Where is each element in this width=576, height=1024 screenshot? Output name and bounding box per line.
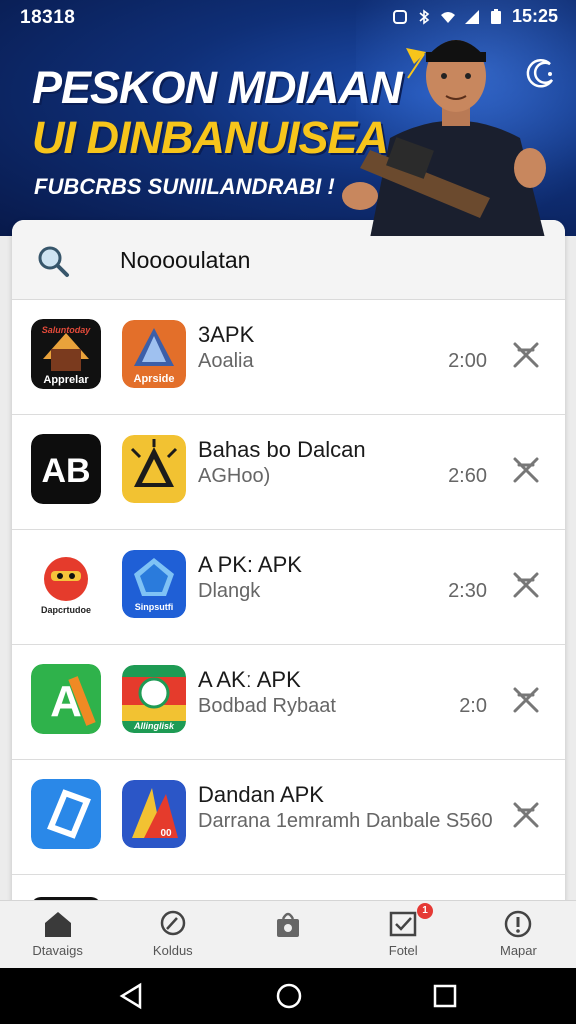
- hero-tagline: FUBCRBS SUNIILANDRABI !: [34, 174, 335, 199]
- search-input[interactable]: Nooooulatan: [120, 247, 250, 274]
- notification-badge: 1: [417, 903, 434, 919]
- nav-item-search[interactable]: Koldus: [115, 901, 230, 968]
- nav-item-bag[interactable]: [230, 901, 345, 968]
- item-time: 2:0: [459, 695, 487, 717]
- hero-banner[interactable]: 18318 15:25 PESKON MDIAAN UI DINBANUISEA…: [0, 0, 576, 236]
- app-icon-text: Dapcrtudoe: [41, 605, 91, 615]
- item-title: 3APK: [198, 322, 255, 347]
- app-list-card: Nooooulatan Saluntoday Apprelar Aprside …: [12, 220, 565, 910]
- info-icon: [505, 910, 532, 938]
- status-time: 18318: [20, 7, 76, 28]
- nav-item-info[interactable]: Mapar: [461, 901, 576, 968]
- wifi-icon: [440, 11, 455, 23]
- item-time: 2:00: [448, 350, 487, 372]
- hero-headline-2: UI DINBANUISEA: [32, 112, 389, 163]
- item-subtitle: Aoalia: [198, 350, 254, 372]
- dismiss-icon[interactable]: [509, 453, 543, 487]
- item-subtitle: AGHoo): [198, 465, 271, 487]
- app-icon[interactable]: A: [31, 664, 101, 734]
- item-time: 2:30: [448, 580, 487, 602]
- list-item[interactable]: Dapcrtudoe Sinpsutfi A PK: APK Dlangk 2:…: [12, 530, 565, 645]
- dismiss-icon[interactable]: [509, 683, 543, 717]
- dismiss-icon[interactable]: [509, 338, 543, 372]
- app-icon[interactable]: Saluntoday Apprelar: [31, 319, 101, 389]
- screen: 18318 15:25 PESKON MDIAAN UI DINBANUISEA…: [0, 0, 576, 1024]
- home-button-icon[interactable]: [275, 982, 303, 1010]
- signal-icon: [464, 9, 479, 24]
- app-icon-secondary-text: Allinglisk: [133, 721, 175, 731]
- system-navigation-bar: [0, 968, 576, 1024]
- moon-icon: [526, 59, 554, 88]
- search-icon: [160, 910, 186, 936]
- list-item[interactable]: AB Bahas bo Dalcan AGHoo) 2:60: [12, 415, 565, 530]
- app-icon-text: AB: [41, 452, 90, 490]
- item-subtitle: Dlangk: [198, 580, 261, 602]
- bluetooth-icon: [419, 8, 430, 25]
- app-icon-secondary-text: 00: [160, 828, 172, 839]
- item-time: 2:60: [448, 465, 487, 487]
- item-title: A PK: APK: [198, 552, 302, 577]
- nav-item-home[interactable]: Dtavaigs: [0, 901, 115, 968]
- item-subtitle: Bodbad Rybaat: [198, 695, 336, 717]
- item-title: Dandan APK: [198, 782, 324, 807]
- back-icon[interactable]: [118, 982, 144, 1010]
- battery-icon: [490, 8, 501, 24]
- status-icons: 15:25: [392, 6, 558, 27]
- list-item[interactable]: A Allinglisk A AKː APK Bodbad Rybaat 2:0: [12, 645, 565, 760]
- nav-label: Koldus: [152, 943, 193, 958]
- app-icon-secondary[interactable]: Sinpsutfi: [122, 550, 186, 618]
- app-icon-secondary[interactable]: 00: [122, 780, 186, 848]
- nav-label: Fotel: [388, 943, 418, 958]
- recents-icon[interactable]: [432, 982, 458, 1010]
- search-icon[interactable]: [36, 244, 70, 278]
- list-item[interactable]: 00 Dandan APK Darrana 1emramh Danbale S5…: [12, 760, 565, 875]
- app-icon-text: Apprelar: [43, 374, 89, 386]
- app-icon-secondary-text: Aprside: [134, 373, 175, 385]
- app-icon[interactable]: AB: [31, 434, 101, 504]
- item-title: Bahas bo Dalcan: [198, 437, 366, 462]
- notification-icon: [392, 9, 407, 24]
- status-clock: 15:25: [511, 6, 558, 26]
- list-item[interactable]: Saluntoday Apprelar Aprside 3APK Aoalia …: [12, 300, 565, 415]
- app-icon[interactable]: Dapcrtudoe: [31, 549, 101, 619]
- nav-label: Mapar: [499, 943, 537, 958]
- dismiss-icon[interactable]: [509, 798, 543, 832]
- nav-label: Dtavaigs: [32, 943, 83, 958]
- app-icon-secondary[interactable]: [122, 435, 186, 503]
- home-icon: [44, 912, 71, 937]
- app-icon-secondary[interactable]: Aprside: [122, 320, 186, 388]
- item-subtitle: Darrana 1emramh Danbale S560: [198, 810, 493, 832]
- app-icon-text-top: Saluntoday: [42, 325, 92, 335]
- item-title: A AKː APK: [198, 667, 301, 692]
- checkbox-icon: [389, 911, 417, 937]
- app-icon-secondary[interactable]: Allinglisk: [122, 665, 186, 733]
- app-icon-secondary-text: Sinpsutfi: [135, 602, 174, 612]
- bottom-navigation: Dtavaigs Koldus 1 Fotel Mapar: [0, 900, 576, 968]
- hero-headline-1: PESKON MDIAAN: [32, 62, 403, 113]
- status-bar: 18318 15:25: [0, 0, 576, 34]
- bag-icon: [277, 912, 299, 937]
- app-icon[interactable]: [31, 779, 101, 849]
- sparkle-icon: [406, 48, 426, 79]
- dismiss-icon[interactable]: [509, 568, 543, 602]
- nav-item-tasks[interactable]: 1 Fotel: [346, 901, 461, 968]
